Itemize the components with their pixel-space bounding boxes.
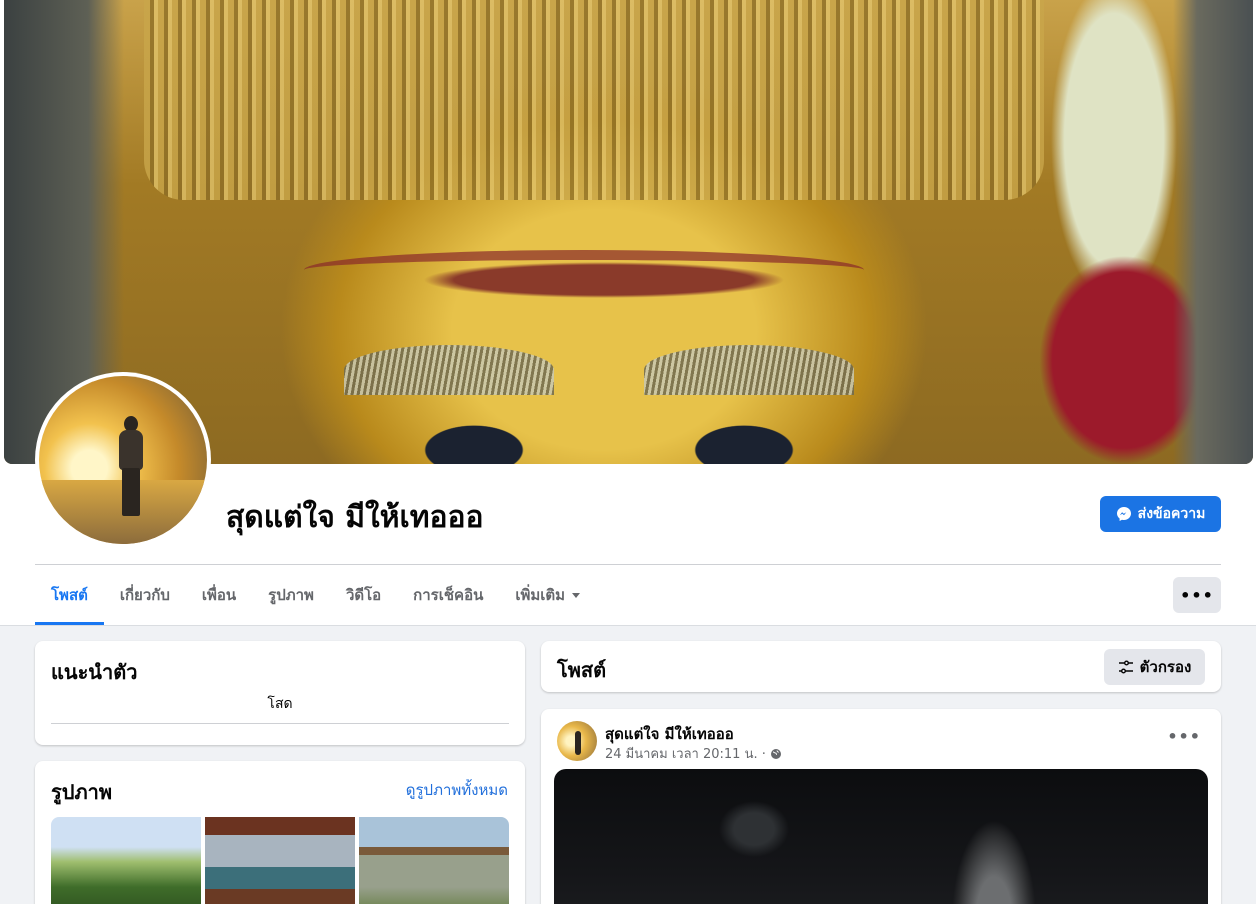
tab-posts[interactable]: โพสต์ <box>35 565 104 625</box>
photo-thumbnail[interactable] <box>51 817 201 904</box>
filter-label: ตัวกรอง <box>1139 658 1192 676</box>
intro-card: แนะนำตัว โสด <box>35 641 525 745</box>
post-media[interactable] <box>554 769 1208 904</box>
tab-videos[interactable]: วิดีโอ <box>330 565 397 625</box>
filter-button[interactable]: ตัวกรอง <box>1104 649 1205 685</box>
profile-name: สุดแต่ใจ มีให้เทอออ <box>226 500 484 535</box>
profile-tabs: โพสต์ เกี่ยวกับ เพื่อน รูปภาพ วิดีโอ การ… <box>35 565 597 625</box>
tab-checkins[interactable]: การเช็คอิน <box>397 565 499 625</box>
tab-about[interactable]: เกี่ยวกับ <box>104 565 186 625</box>
send-message-button[interactable]: ส่งข้อความ <box>1100 496 1221 532</box>
profile-header: สุดแต่ใจ มีให้เทอออ ส่งข้อความ โพสต์ เกี… <box>0 0 1256 626</box>
tab-more[interactable]: เพิ่มเติม <box>499 565 597 625</box>
post-card: สุดแต่ใจ มีให้เทอออ 24 มีนาคม เวลา 20:11… <box>541 709 1221 904</box>
globe-icon <box>770 748 781 759</box>
post-timestamp[interactable]: 24 มีนาคม เวลา 20:11 น. · <box>605 743 766 764</box>
photo-thumbnail[interactable] <box>205 817 355 904</box>
posts-title: โพสต์ <box>557 658 607 682</box>
filter-icon <box>1118 660 1133 674</box>
profile-picture[interactable] <box>35 372 211 548</box>
intro-divider <box>51 723 509 724</box>
intro-bio: โสด <box>267 696 293 712</box>
intro-title: แนะนำตัว <box>51 660 138 684</box>
post-author-avatar[interactable] <box>557 721 597 761</box>
photos-title: รูปภาพ <box>51 780 113 804</box>
post-meta: 24 มีนาคม เวลา 20:11 น. · <box>605 743 782 764</box>
more-options-button[interactable]: ••• <box>1173 577 1221 613</box>
cover-photo[interactable] <box>4 0 1253 464</box>
see-all-photos-link[interactable]: ดูรูปภาพทั้งหมด <box>406 778 508 802</box>
send-message-label: ส่งข้อความ <box>1137 506 1206 522</box>
caret-down-icon <box>572 593 581 598</box>
photo-grid <box>51 817 509 904</box>
tab-friends[interactable]: เพื่อน <box>186 565 252 625</box>
messenger-icon <box>1116 507 1131 521</box>
photo-thumbnail[interactable] <box>359 817 509 904</box>
avatar <box>39 376 207 544</box>
posts-header-card: โพสต์ ตัวกรอง <box>541 641 1221 692</box>
post-options-button[interactable]: ••• <box>1167 727 1201 746</box>
tab-photos[interactable]: รูปภาพ <box>252 565 330 625</box>
photos-card: รูปภาพ ดูรูปภาพทั้งหมด <box>35 761 525 904</box>
